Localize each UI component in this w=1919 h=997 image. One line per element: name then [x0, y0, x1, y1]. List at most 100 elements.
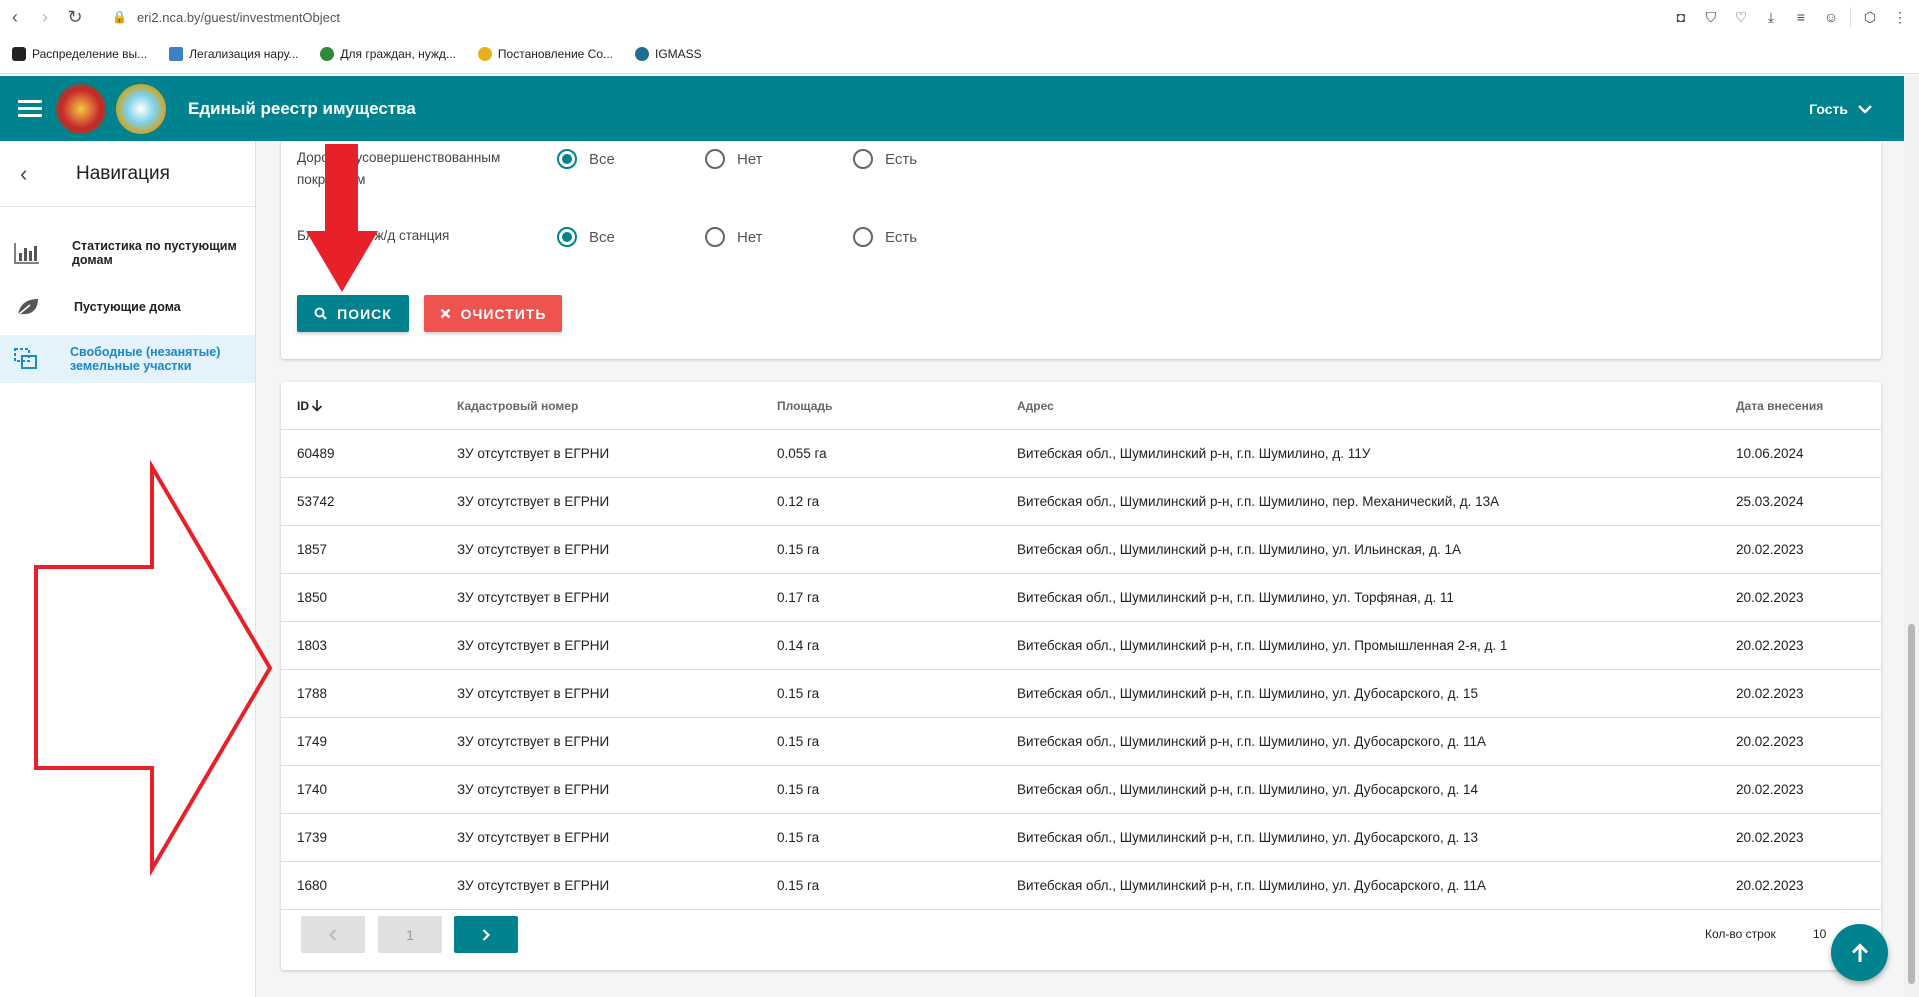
bookmark-icon [12, 46, 26, 61]
radio-no[interactable]: Нет [705, 147, 853, 171]
radio-no[interactable]: Нет [705, 225, 853, 249]
bar-chart-icon [14, 242, 40, 264]
radio-yes[interactable]: Есть [853, 225, 1001, 249]
clear-button[interactable]: ОЧИСТИТЬ [424, 295, 562, 332]
cell-address: Витебская обл., Шумилинский р-н, г.п. Шу… [1017, 734, 1486, 749]
cell-id: 1680 [297, 878, 328, 893]
reload-icon[interactable]: ↻ [60, 2, 90, 32]
radio-label: Нет [737, 150, 763, 168]
column-header-address[interactable]: Адрес [1017, 399, 1054, 413]
table-row[interactable]: 60489 ЗУ отсутствует в ЕГРНИ 0.055 га Витеб… [281, 430, 1881, 478]
cell-cadastral: ЗУ отсутствует в ЕГРНИ [457, 494, 610, 509]
table-row[interactable]: 1850 ЗУ отсутствует в ЕГРНИ 0.17 га Витебск… [281, 574, 1881, 622]
table-row[interactable]: 1749 ЗУ отсутствует в ЕГРНИ 0.15 га Витебск… [281, 718, 1881, 766]
table-row[interactable]: 1788 ЗУ отсутствует в ЕГРНИ 0.15 га Витебск… [281, 670, 1881, 718]
chevron-left-icon[interactable]: ‹ [20, 161, 46, 187]
cell-area: 0.15 га [777, 782, 820, 797]
bookmark-icon [169, 46, 184, 61]
cell-address: Витебская обл., Шумилинский р-н, г.п. Шу… [1017, 878, 1486, 893]
next-page-button[interactable] [454, 916, 518, 953]
cell-cadastral: ЗУ отсутствует в ЕГРНИ [457, 638, 610, 653]
cell-date: 25.03.2024 [1736, 494, 1804, 509]
cell-id: 1740 [297, 782, 328, 797]
sidebar-item-label: Статистика по пустующим домам [72, 239, 237, 267]
rows-per-page-select[interactable]: 10 [1813, 927, 1826, 941]
cell-area: 0.15 га [777, 686, 820, 701]
bookmark-1[interactable]: Распределение вы... [12, 46, 147, 61]
cell-area: 0.15 га [777, 878, 820, 893]
table-row[interactable]: 1680 ЗУ отсутствует в ЕГРНИ 0.15 га Витебск… [281, 862, 1881, 910]
radio-yes[interactable]: Есть [853, 147, 1001, 171]
bookmark-icon [477, 46, 492, 61]
cell-cadastral: ЗУ отсутствует в ЕГРНИ [457, 782, 610, 797]
leaf-icon [14, 297, 42, 317]
app-header: Единый реестр имущества Гость [0, 76, 1904, 141]
column-header-area[interactable]: Площадь [777, 399, 832, 413]
filter-roads: Дороги с усовершенствованным покрытием В… [297, 147, 1001, 191]
close-icon [440, 308, 450, 319]
cell-area: 0.15 га [777, 734, 820, 749]
cell-area: 0.055 га [777, 446, 827, 461]
radio-label: Все [589, 228, 615, 246]
menu-icon[interactable]: ≡ [1790, 6, 1812, 28]
cell-id: 1749 [297, 734, 328, 749]
cell-date: 20.02.2023 [1736, 686, 1804, 701]
column-header-cadastral[interactable]: Кадастровый номер [457, 399, 578, 413]
radio-all[interactable]: Все [557, 225, 705, 249]
search-icon [314, 307, 327, 320]
radio-all[interactable]: Все [557, 147, 705, 171]
cell-address: Витебская обл., Шумилинский р-н, г.п. Шу… [1017, 446, 1371, 461]
table-row[interactable]: 1803 ЗУ отсутствует в ЕГРНИ 0.14 га Витебск… [281, 622, 1881, 670]
cell-date: 20.02.2023 [1736, 878, 1804, 893]
table-row[interactable]: 1739 ЗУ отсутствует в ЕГРНИ 0.15 га Витебск… [281, 814, 1881, 862]
extensions-icon[interactable]: ⬡ [1859, 6, 1881, 28]
clear-button-label: ОЧИСТИТЬ [460, 305, 547, 322]
page-number-button[interactable]: 1 [378, 916, 442, 953]
heart-icon[interactable]: ♡ [1730, 6, 1752, 28]
chevron-left-icon [329, 928, 337, 941]
table-row[interactable]: 53742 ЗУ отсутствует в ЕГРНИ 0.12 га Витебс… [281, 478, 1881, 526]
column-header-date[interactable]: Дата внесения [1736, 399, 1823, 413]
table-row[interactable]: 1857 ЗУ отсутствует в ЕГРНИ 0.15 га Витебск… [281, 526, 1881, 574]
bookmark-5[interactable]: IGMASS [635, 46, 702, 61]
cell-area: 0.15 га [777, 830, 820, 845]
sidebar: ‹ Навигация Статистика по пустующим дома… [0, 141, 256, 997]
camera-icon[interactable]: ◘ [1670, 6, 1692, 28]
scroll-to-top-button[interactable] [1831, 924, 1888, 981]
arrow-up-icon [1851, 942, 1868, 962]
back-icon[interactable]: ‹ [0, 2, 30, 32]
cell-address: Витебская обл., Шумилинский р-н, г.п. Шу… [1017, 542, 1462, 557]
cell-date: 20.02.2023 [1736, 734, 1804, 749]
column-header-id[interactable]: ID [297, 399, 323, 413]
cell-date: 10.06.2024 [1736, 446, 1804, 461]
shield-icon[interactable]: ⛉ [1700, 6, 1722, 28]
bookmark-2[interactable]: Легализация нару... [169, 46, 298, 61]
sidebar-item-empty-houses[interactable]: Пустующие дома [0, 283, 255, 331]
bookmark-3[interactable]: Для граждан, нужд... [320, 46, 456, 61]
cell-cadastral: ЗУ отсутствует в ЕГРНИ [457, 878, 610, 893]
filter-railway: Ближайшая ж/д станция Все Нет Есть [297, 225, 1001, 249]
cell-id: 1857 [297, 542, 328, 557]
forward-icon[interactable]: › [30, 2, 60, 32]
cell-date: 20.02.2023 [1736, 782, 1804, 797]
prev-page-button[interactable] [301, 916, 365, 953]
search-button[interactable]: ПОИСК [297, 295, 409, 332]
cell-cadastral: ЗУ отсутствует в ЕГРНИ [457, 446, 610, 461]
cell-cadastral: ЗУ отсутствует в ЕГРНИ [457, 734, 610, 749]
search-button-label: ПОИСК [337, 305, 392, 322]
more-icon[interactable]: ⋮ [1889, 6, 1911, 28]
sidebar-item-statistics[interactable]: Статистика по пустующим домам [0, 229, 255, 277]
cell-address: Витебская обл., Шумилинский р-н, г.п. Шу… [1017, 638, 1508, 653]
profile-icon[interactable]: ☺ [1820, 6, 1842, 28]
scrollbar-thumb[interactable] [1908, 624, 1915, 984]
user-menu[interactable]: Гость [1809, 76, 1872, 141]
cell-date: 20.02.2023 [1736, 638, 1804, 653]
download-icon[interactable]: ⤓ [1760, 6, 1782, 28]
rows-per-page-label: Кол-во строк [1705, 927, 1776, 941]
hamburger-menu-icon[interactable] [18, 96, 42, 121]
table-row[interactable]: 1740 ЗУ отсутствует в ЕГРНИ 0.15 га Витебск… [281, 766, 1881, 814]
address-bar[interactable]: 🔒 eri2.nca.by/guest/investmentObject [112, 6, 340, 28]
bookmark-4[interactable]: Постановление Со... [477, 46, 613, 61]
sidebar-item-free-land[interactable]: Свободные (незанятые) земельные участки [0, 335, 255, 383]
radio-label: Есть [885, 228, 918, 246]
